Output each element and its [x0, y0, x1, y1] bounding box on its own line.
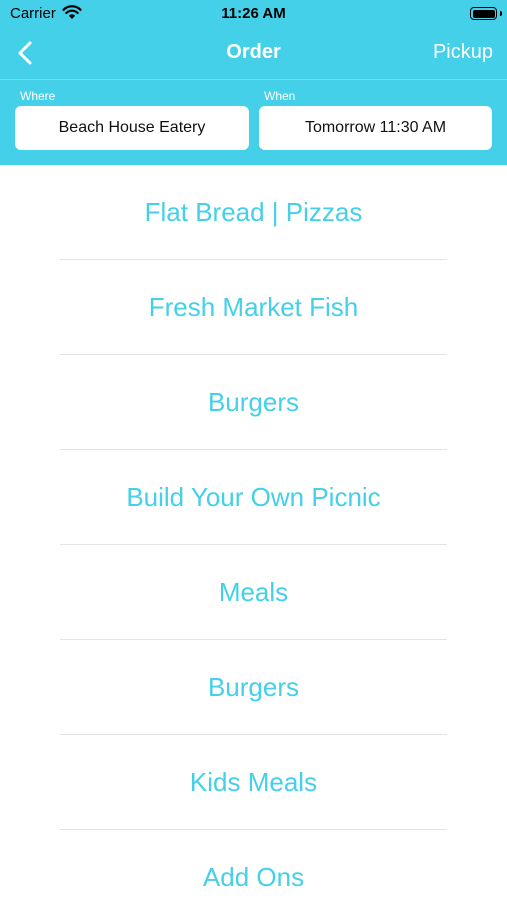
menu-item[interactable]: Burgers [0, 355, 507, 450]
menu-item-label: Flat Bread | Pizzas [144, 197, 363, 227]
header: Carrier 11:26 AM Order Pickup Where Beac… [0, 0, 507, 165]
where-label: Where [20, 89, 56, 103]
menu-item[interactable]: Burgers [0, 640, 507, 735]
where-selector[interactable]: Beach House Eatery [15, 106, 249, 150]
header-divider [0, 79, 507, 80]
menu-item[interactable]: Fresh Market Fish [0, 260, 507, 355]
menu-item-label: Meals [218, 577, 289, 607]
menu-item-label: Build Your Own Picnic [126, 482, 381, 512]
status-time: 11:26 AM [221, 5, 286, 22]
menu-item-label: Fresh Market Fish [148, 292, 359, 322]
menu-item-label: Burgers [207, 672, 300, 702]
page-title: Order [226, 41, 281, 63]
battery-icon [470, 7, 497, 20]
menu-item[interactable]: Build Your Own Picnic [0, 450, 507, 545]
when-selector[interactable]: Tomorrow 11:30 AM [259, 106, 492, 150]
menu-item-label: Add Ons [202, 862, 305, 892]
status-bar: Carrier 11:26 AM [0, 0, 507, 28]
menu-list: Flat Bread | Pizzas Fresh Market Fish Bu… [0, 165, 507, 900]
menu-item[interactable]: Flat Bread | Pizzas [0, 165, 507, 260]
menu-item[interactable]: Kids Meals [0, 735, 507, 830]
when-label: When [264, 89, 296, 103]
menu-item-label: Kids Meals [189, 767, 318, 797]
menu-item[interactable]: Meals [0, 545, 507, 640]
menu-item-label: Burgers [207, 387, 300, 417]
menu-item[interactable]: Add Ons [0, 830, 507, 900]
pickup-button[interactable]: Pickup [433, 41, 493, 64]
nav-bar: Order Pickup [0, 28, 507, 78]
